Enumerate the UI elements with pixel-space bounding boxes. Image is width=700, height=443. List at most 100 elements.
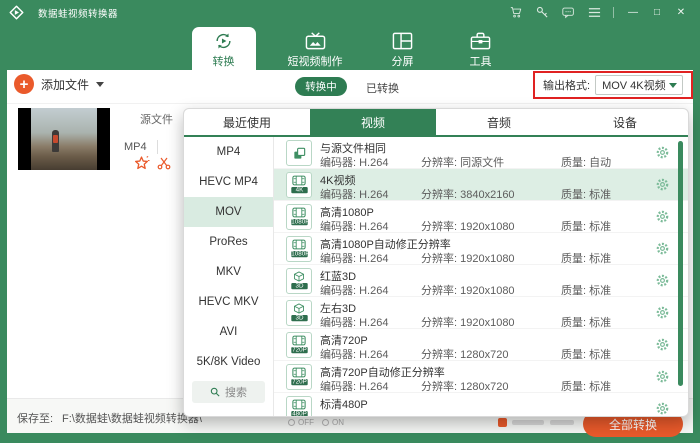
nav-tab-label: 短视频制作: [288, 53, 343, 69]
sidebar-item-hevc-mp4[interactable]: HEVC MP4: [184, 167, 273, 197]
nav-tab-label: 分屏: [392, 53, 414, 69]
output-format-value: MOV 4K视频: [602, 77, 666, 93]
film-format-icon: 720P: [286, 364, 312, 390]
output-format-select[interactable]: MOV 4K视频: [595, 75, 683, 95]
format-row[interactable]: 1080P高清1080P自动修正分辨率编码器: H.264分辨率: 1920x1…: [274, 233, 688, 265]
settings-gear-icon[interactable]: [655, 401, 670, 416]
on-toggle-label[interactable]: ON: [332, 418, 344, 427]
format-quality: 质量: 标准: [561, 314, 611, 330]
option-checkbox[interactable]: [498, 418, 507, 427]
tab-converted[interactable]: 已转换: [366, 80, 399, 96]
add-file-button[interactable]: + 添加文件: [14, 74, 104, 94]
copy-format-icon: [286, 140, 312, 166]
tab-converting[interactable]: 转换中: [295, 77, 347, 96]
titlebar-divider: [613, 7, 614, 18]
minimize-button[interactable]: —: [626, 6, 640, 19]
sidebar-item-prores[interactable]: ProRes: [184, 227, 273, 257]
format-row[interactable]: 1080P高清1080P编码器: H.264分辨率: 1920x1080质量: …: [274, 201, 688, 233]
format-quality: 质量: 自动: [561, 154, 611, 170]
format-quality: 质量: 标准: [561, 378, 611, 394]
format-tab[interactable]: 设备: [562, 109, 688, 135]
format-badge: 720P: [291, 379, 307, 385]
settings-gear-icon[interactable]: [655, 177, 670, 192]
format-encoder: 编码器: H.264: [320, 314, 388, 330]
format-tab[interactable]: 视频: [310, 109, 436, 135]
format-resolution: 分辨率: 1920x1080: [421, 218, 515, 234]
settings-gear-icon[interactable]: [655, 209, 670, 224]
save-to-label: 保存至:: [17, 410, 53, 426]
format-badge: 3D: [291, 315, 307, 321]
sidebar-item-5k-8k-video[interactable]: 5K/8K Video: [184, 347, 273, 377]
format-tab[interactable]: 最近使用: [184, 109, 310, 135]
key-icon[interactable]: [536, 6, 549, 19]
cut-scissors-icon[interactable]: [157, 156, 171, 170]
format-quality: 质量: 标准: [561, 282, 611, 298]
maximize-button[interactable]: □: [650, 6, 664, 19]
settings-gear-icon[interactable]: [655, 145, 670, 160]
settings-gear-icon[interactable]: [655, 337, 670, 352]
format-quality: 质量: 标准: [561, 218, 611, 234]
format-encoder: 编码器: H.264: [320, 218, 388, 234]
format-encoder: 编码器: H.264: [320, 282, 388, 298]
effects-star-icon[interactable]: [133, 155, 150, 172]
nav-tab-split[interactable]: 分屏: [375, 27, 431, 70]
app-logo-icon: [9, 5, 24, 20]
format-resolution: 分辨率: 3840x2160: [421, 186, 515, 202]
format-row[interactable]: 4K4K视频编码器: H.264分辨率: 3840x2160质量: 标准: [274, 169, 688, 201]
format-divider: [157, 140, 158, 154]
format-name: 标清480P: [320, 396, 368, 412]
format-sidebar: MP4HEVC MP4MOVProResMKVHEVC MKVAVI5K/8K …: [184, 137, 274, 416]
format-row[interactable]: 3D左右3D编码器: H.264分辨率: 1920x1080质量: 标准: [274, 297, 688, 329]
sidebar-item-mkv[interactable]: MKV: [184, 257, 273, 287]
sidebar-item-hevc-mkv[interactable]: HEVC MKV: [184, 287, 273, 317]
thumbnail-backpack: [53, 135, 58, 143]
format-encoder: 编码器: H.264: [320, 250, 388, 266]
sidebar-item-mp4[interactable]: MP4: [184, 137, 273, 167]
feedback-icon[interactable]: [562, 6, 575, 19]
off-toggle-label[interactable]: OFF: [298, 418, 314, 427]
menu-icon[interactable]: [588, 6, 601, 19]
add-file-label: 添加文件: [41, 76, 89, 93]
convert-icon: [213, 31, 234, 51]
format-encoder: 编码器: H.264: [320, 378, 388, 394]
film-format-icon: 1080P: [286, 204, 312, 230]
format-badge: 1080P: [291, 251, 307, 257]
annotation-highlight-box: 输出格式: MOV 4K视频: [533, 71, 693, 99]
format-quality: 质量: 标准: [561, 346, 611, 362]
cart-icon[interactable]: [510, 6, 523, 19]
format-resolution: 分辨率: 1920x1080: [421, 314, 515, 330]
settings-gear-icon[interactable]: [655, 369, 670, 384]
nav-tab-label: 转换: [213, 53, 235, 69]
sidebar-item-avi[interactable]: AVI: [184, 317, 273, 347]
film-format-icon: 1080P: [286, 236, 312, 262]
sidebar-item-mov[interactable]: MOV: [184, 197, 273, 227]
settings-gear-icon[interactable]: [655, 305, 670, 320]
format-row[interactable]: 3D红蓝3D编码器: H.264分辨率: 1920x1080质量: 标准: [274, 265, 688, 297]
format-tab[interactable]: 音频: [436, 109, 562, 135]
format-row[interactable]: 与源文件相同编码器: H.264分辨率: 同源文件质量: 自动: [274, 137, 688, 169]
format-row[interactable]: 720P高清720P编码器: H.264分辨率: 1280x720质量: 标准: [274, 329, 688, 361]
search-label: 搜索: [225, 384, 247, 400]
close-button[interactable]: ✕: [674, 6, 688, 19]
save-path-field[interactable]: F:\数据蛙\数据蛙视频转换器\: [62, 410, 202, 426]
tools-icon: [470, 31, 491, 51]
format-row[interactable]: 480P标清480P: [274, 393, 688, 416]
nav-tabs: 转换 短视频制作 分屏 工具: [0, 25, 700, 70]
format-row[interactable]: 720P高清720P自动修正分辨率编码器: H.264分辨率: 1280x720…: [274, 361, 688, 393]
format-badge: 4K: [291, 187, 307, 193]
plus-icon: +: [14, 74, 34, 94]
format-panel-body: MP4HEVC MP4MOVProResMKVHEVC MKVAVI5K/8K …: [184, 137, 688, 416]
format-badge: 1080P: [291, 219, 307, 225]
nav-tab-tools[interactable]: 工具: [453, 27, 509, 70]
format-quality: 质量: 标准: [561, 186, 611, 202]
format-search-button[interactable]: 搜索: [192, 381, 265, 403]
clipped-text-fragment: [550, 420, 574, 425]
output-format-label: 输出格式:: [543, 77, 590, 93]
settings-gear-icon[interactable]: [655, 241, 670, 256]
chevron-down-icon: [96, 82, 104, 87]
nav-tab-tv[interactable]: 短视频制作: [278, 27, 353, 70]
scrollbar[interactable]: [678, 141, 683, 386]
settings-gear-icon[interactable]: [655, 273, 670, 288]
toggle-icon: [322, 419, 329, 426]
nav-tab-convert[interactable]: 转换: [192, 27, 256, 70]
